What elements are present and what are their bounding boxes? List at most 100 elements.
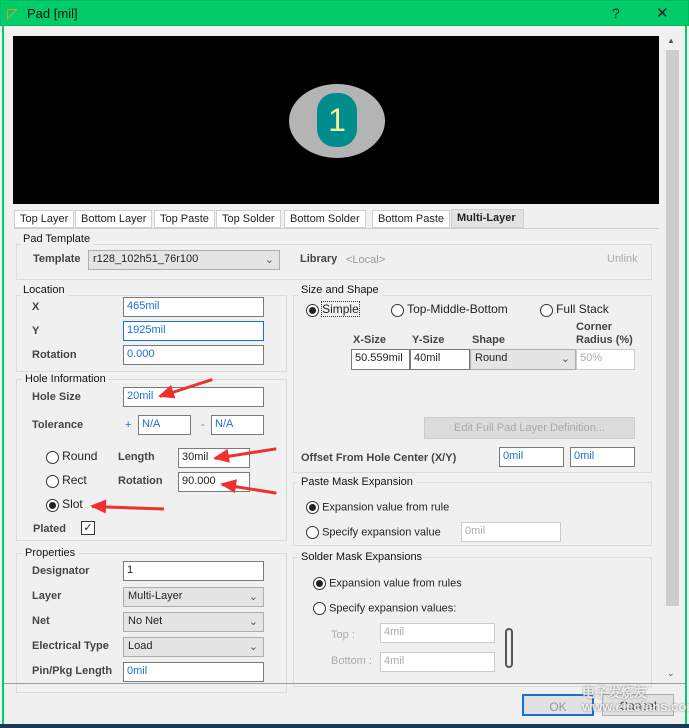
library-value: <Local>	[346, 254, 386, 266]
x-label: X	[32, 301, 40, 313]
hole-slot-radio[interactable]: Slot	[46, 497, 83, 512]
tab-top-layer[interactable]: Top Layer	[14, 210, 75, 228]
pin-length-input[interactable]: 0mil	[123, 662, 264, 682]
offset-y-input[interactable]: 0mil	[570, 447, 635, 467]
hole-size-label: Hole Size	[32, 391, 81, 403]
tolerance-plus: +	[125, 419, 132, 431]
x-size-input[interactable]: 50.559mil	[351, 349, 410, 370]
y-size-label: Y-Size	[412, 334, 445, 346]
full-stack-label: Full Stack	[556, 302, 609, 316]
scroll-thumb[interactable]	[666, 50, 679, 606]
solder-from-rules-radio[interactable]: Expansion value from rules	[313, 577, 462, 590]
tab-bottom-paste[interactable]: Bottom Paste	[372, 210, 451, 228]
full-stack-radio[interactable]: Full Stack	[540, 302, 609, 317]
tab-bottom-layer[interactable]: Bottom Layer	[75, 210, 153, 228]
top-middle-bottom-radio[interactable]: Top-Middle-Bottom	[391, 302, 508, 317]
tab-top-paste[interactable]: Top Paste	[154, 210, 215, 228]
bottom-divider	[4, 683, 685, 684]
help-button[interactable]: ?	[612, 5, 620, 21]
edit-full-pad-layer-button[interactable]: Edit Full Pad Layer Definition...	[424, 417, 635, 439]
tab-multi-layer[interactable]: Multi-Layer	[451, 209, 524, 228]
tab-divider	[14, 228, 659, 229]
y-size-input[interactable]: 40mil	[410, 349, 470, 370]
tolerance-plus-input[interactable]: N/A	[138, 415, 191, 435]
template-select[interactable]: r128_102h51_76r100 ⌄	[88, 250, 280, 270]
taskbar-edge	[0, 724, 689, 728]
tab-bottom-solder[interactable]: Bottom Solder	[284, 210, 366, 228]
tolerance-minus-input[interactable]: N/A	[211, 415, 264, 435]
solder-bottom-label: Bottom :	[331, 655, 372, 667]
close-button[interactable]: ✕	[656, 4, 669, 22]
radio-selected-icon	[313, 577, 326, 590]
electrical-type-select[interactable]: Load ⌄	[123, 637, 264, 657]
scroll-up-icon[interactable]: ▲	[667, 36, 675, 45]
tolerance-minus: -	[201, 419, 205, 431]
offset-x-input[interactable]: 0mil	[499, 447, 564, 467]
paste-specify-label: Specify expansion value	[322, 526, 441, 539]
x-input[interactable]: 465mil	[123, 297, 264, 317]
window-title: Pad [mil]	[27, 6, 78, 21]
hole-round-radio[interactable]: Round	[46, 449, 97, 464]
corner-radius-input[interactable]: 50%	[576, 349, 635, 370]
radio-selected-icon	[46, 498, 59, 512]
hole-rect-radio[interactable]: Rect	[46, 473, 87, 488]
tab-top-solder[interactable]: Top Solder	[216, 210, 281, 228]
net-label: Net	[32, 615, 50, 627]
paste-specify-radio[interactable]: Specify expansion value	[306, 526, 441, 539]
chevron-down-icon: ⌄	[560, 353, 570, 365]
solder-bottom-input[interactable]: 4mil	[380, 652, 495, 672]
simple-radio[interactable]: Simple	[306, 301, 360, 317]
solder-from-rules-label: Expansion value from rules	[329, 577, 462, 590]
chevron-down-icon: ⌄	[248, 591, 258, 603]
scroll-down-icon[interactable]: ⌄	[667, 668, 675, 679]
x-size-label: X-Size	[353, 334, 387, 346]
tmb-label: Top-Middle-Bottom	[407, 302, 508, 316]
app-icon: ◸	[7, 5, 18, 21]
paste-value-input[interactable]: 0mil	[461, 522, 561, 542]
solder-mask-title: Solder Mask Expansions	[298, 551, 426, 563]
pin-length-label: Pin/Pkg Length	[32, 665, 113, 677]
radio-icon	[313, 602, 326, 615]
y-label: Y	[32, 325, 40, 337]
layer-label: Layer	[32, 590, 62, 602]
slot-label: Slot	[62, 497, 83, 511]
title-bar: ◸ Pad [mil] ? ✕	[0, 0, 689, 26]
watermark: 电子发烧友 www.elecfans.com	[582, 685, 689, 714]
corner-radius-label: Radius (%)	[576, 334, 633, 346]
electrical-type-label: Electrical Type	[32, 640, 109, 652]
paste-from-rule-label: Expansion value from rule	[322, 501, 450, 514]
y-input[interactable]: 1925mil	[123, 321, 264, 341]
radio-selected-icon	[306, 501, 319, 514]
chevron-down-icon: ⌄	[264, 254, 274, 266]
template-value: r128_102h51_76r100	[93, 253, 199, 265]
slot-rotation-input[interactable]: 90.000	[178, 472, 250, 492]
net-value: No Net	[128, 615, 163, 627]
shape-select[interactable]: Round ⌄	[470, 349, 576, 370]
layer-select[interactable]: Multi-Layer ⌄	[123, 587, 264, 607]
hole-size-input[interactable]: 20mil	[123, 387, 264, 407]
plated-checkbox[interactable]: ✓	[81, 521, 95, 535]
unlink-link[interactable]: Unlink	[607, 253, 638, 265]
solder-specify-radio[interactable]: Specify expansion values:	[313, 602, 456, 615]
rotation-input[interactable]: 0.000	[123, 345, 264, 365]
round-label: Round	[62, 449, 98, 463]
radio-icon	[46, 474, 59, 488]
paste-from-rule-radio[interactable]: Expansion value from rule	[306, 501, 449, 514]
template-label: Template	[33, 253, 81, 265]
shape-label: Shape	[472, 334, 506, 346]
chevron-down-icon: ⌄	[248, 616, 258, 628]
scrollbar[interactable]: ▲ ⌄	[664, 36, 681, 682]
layer-value: Multi-Layer	[128, 590, 183, 602]
solder-top-label: Top :	[331, 629, 355, 641]
radio-icon	[391, 303, 404, 317]
slot-rotation-label: Rotation	[118, 475, 163, 487]
designator-input[interactable]: 1	[123, 561, 264, 581]
solder-top-input[interactable]: 4mil	[380, 623, 495, 643]
net-select[interactable]: No Net ⌄	[123, 612, 264, 632]
size-shape-title: Size and Shape	[298, 284, 382, 296]
radio-icon	[306, 526, 319, 539]
radio-icon	[46, 450, 59, 464]
shape-value: Round	[475, 352, 508, 364]
tolerance-label: Tolerance	[32, 419, 84, 431]
link-chain-icon[interactable]	[505, 628, 513, 668]
